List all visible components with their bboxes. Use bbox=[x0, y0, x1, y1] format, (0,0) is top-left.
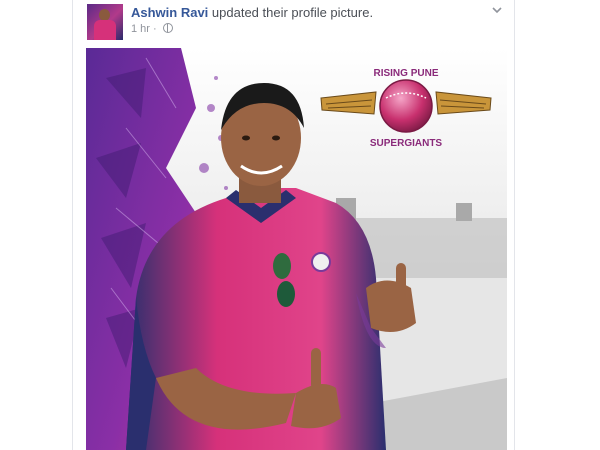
stadium-tower-right bbox=[456, 203, 472, 221]
right-fist bbox=[366, 280, 416, 332]
post-title-line: Ashwin Ravi updated their profile pictur… bbox=[131, 5, 373, 20]
feed-post-card: Ashwin Ravi updated their profile pictur… bbox=[72, 0, 515, 450]
logo-text-top: RISING PUNE bbox=[373, 68, 438, 79]
logo-text-bottom: SUPERGIANTS bbox=[370, 138, 443, 149]
left-thumb bbox=[311, 348, 321, 390]
post-action-text: updated their profile picture. bbox=[208, 5, 374, 20]
author-avatar[interactable] bbox=[87, 4, 123, 40]
sunglasses-top bbox=[273, 253, 291, 279]
chevron-svg bbox=[492, 7, 502, 14]
chevron-down-icon[interactable] bbox=[490, 4, 504, 18]
sunglasses-bottom bbox=[277, 281, 295, 307]
facebook-feed-page: Ashwin Ravi updated their profile pictur… bbox=[0, 0, 600, 450]
right-thumb bbox=[396, 263, 406, 301]
globe-icon[interactable] bbox=[162, 23, 173, 33]
post-header: Ashwin Ravi updated their profile pictur… bbox=[87, 4, 504, 44]
post-timestamp[interactable]: 1 hr bbox=[131, 23, 150, 35]
meta-separator: · bbox=[149, 23, 160, 35]
player-eye-left bbox=[242, 135, 250, 141]
profile-picture-photo[interactable]: RISING PUNE SUPERGIANTS bbox=[86, 48, 507, 450]
player-eye-right bbox=[272, 135, 280, 141]
author-name-link[interactable]: Ashwin Ravi bbox=[131, 5, 208, 20]
right-gutter bbox=[516, 0, 600, 450]
jersey-badge bbox=[311, 252, 331, 272]
avatar-jersey bbox=[94, 20, 116, 40]
left-gutter bbox=[0, 0, 72, 450]
photo-illustration: RISING PUNE SUPERGIANTS bbox=[86, 48, 507, 450]
post-meta: 1 hr · bbox=[131, 23, 173, 35]
